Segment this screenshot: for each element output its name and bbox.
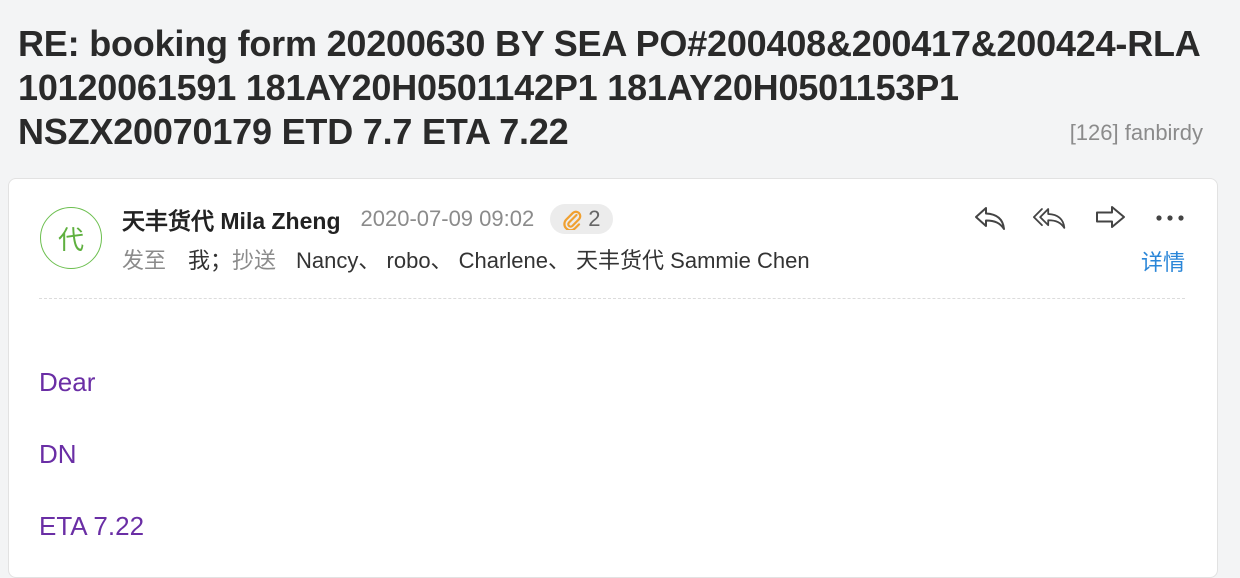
reply-icon[interactable]: [973, 201, 1007, 235]
sender-name[interactable]: 天丰货代 Mila Zheng: [122, 202, 341, 236]
message-actions: [973, 201, 1187, 235]
message-date: 2020-07-09 09:02: [360, 206, 535, 231]
message-card: 代 天丰货代 Mila Zheng 2020-07-09 09:02 2 发至 …: [8, 178, 1218, 578]
body-line: Dear: [39, 367, 96, 397]
details-link[interactable]: 详情: [1141, 245, 1185, 277]
attachment-badge[interactable]: 2: [550, 204, 614, 234]
header-divider: [39, 298, 1185, 299]
email-subject: RE: booking form 20200630 BY SEA PO#2004…: [18, 23, 1200, 152]
sender-line: 天丰货代 Mila Zheng 2020-07-09 09:02 2: [122, 202, 614, 236]
body-line: DN: [39, 439, 77, 469]
paperclip-icon: [562, 208, 582, 230]
cc-list[interactable]: Nancy、 robo、 Charlene、 天丰货代 Sammie Chen: [296, 243, 810, 275]
cc-label: 抄送: [232, 248, 277, 273]
more-icon[interactable]: [1153, 201, 1187, 235]
avatar[interactable]: 代: [40, 207, 102, 269]
body-line: ETA 7.22: [39, 511, 145, 541]
to-label: 发至: [122, 248, 167, 273]
to-value[interactable]: 我；: [188, 243, 232, 275]
forward-icon[interactable]: [1093, 201, 1127, 235]
reply-all-icon[interactable]: [1033, 201, 1067, 235]
recipient-line: 发至 我； 抄送 Nancy、 robo、 Charlene、 天丰货代 Sam…: [122, 243, 810, 275]
attachment-count: 2: [588, 206, 601, 231]
folder-label[interactable]: [126] fanbirdy: [1070, 120, 1203, 146]
